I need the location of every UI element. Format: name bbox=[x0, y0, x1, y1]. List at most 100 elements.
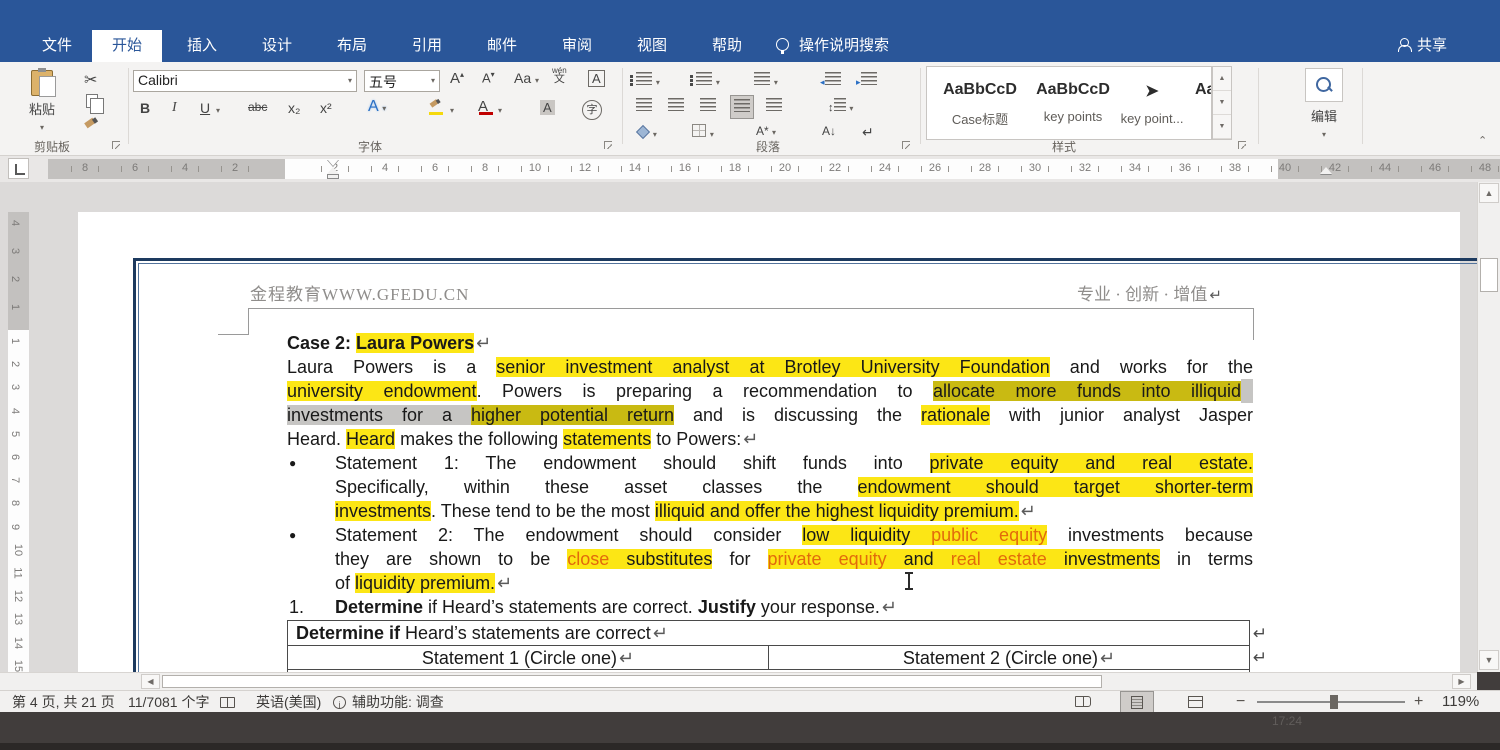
zoom-out-button[interactable]: − bbox=[1236, 691, 1245, 713]
tab-mailings[interactable]: 邮件 bbox=[467, 30, 537, 62]
underline-arrow[interactable]: ▾ bbox=[216, 106, 220, 115]
gallery-expand-arrow[interactable]: ▼ bbox=[1213, 115, 1231, 139]
paragraph-dialog-launcher[interactable] bbox=[902, 141, 910, 149]
editing-button[interactable]: 编辑▾ bbox=[1300, 68, 1348, 144]
italic-button[interactable]: I bbox=[172, 100, 177, 116]
table-row[interactable]: Determine if Heard’s statements are corr… bbox=[288, 621, 1249, 646]
web-layout-button[interactable] bbox=[1178, 691, 1212, 713]
bold-button[interactable]: B bbox=[140, 100, 150, 116]
format-painter-button[interactable] bbox=[84, 118, 98, 135]
page[interactable]: 金程教育WWW.GFEDU.CN 专业 · 创新 · 增值↵ Case 2: L… bbox=[78, 212, 1460, 672]
align-left-button[interactable] bbox=[636, 98, 652, 114]
word-count[interactable]: 11/7081 个字 bbox=[128, 691, 209, 713]
gallery-down-arrow[interactable]: ▼ bbox=[1213, 91, 1231, 115]
copy-button[interactable] bbox=[86, 94, 98, 111]
superscript-button[interactable]: x² bbox=[320, 100, 332, 116]
font-color-button[interactable]: A bbox=[478, 98, 494, 115]
table-cell-statement2[interactable]: Statement 2 (Circle one)↵ bbox=[769, 646, 1249, 669]
tab-file[interactable]: 文件 bbox=[22, 30, 92, 62]
scroll-down-arrow[interactable]: ▼ bbox=[1479, 650, 1499, 670]
tab-view[interactable]: 视图 bbox=[617, 30, 687, 62]
gallery-up-arrow[interactable]: ▲ bbox=[1213, 67, 1231, 91]
phonetic-guide-button[interactable]: wén文 bbox=[552, 66, 567, 84]
styles-gallery-scroll[interactable]: ▲ ▼ ▼ bbox=[1212, 66, 1232, 140]
horizontal-scrollbar[interactable]: ◀ ▶ bbox=[0, 672, 1477, 690]
style-case-title[interactable]: AaBbCcDCase标题 bbox=[927, 67, 1033, 139]
zoom-percentage[interactable]: 119% bbox=[1442, 691, 1479, 713]
enclose-characters-button[interactable]: 字 bbox=[582, 100, 602, 120]
underline-button[interactable]: U bbox=[200, 100, 210, 116]
asian-layout-button[interactable]: A* ▾ bbox=[756, 124, 776, 138]
right-indent-marker[interactable] bbox=[1320, 167, 1332, 174]
change-case-button[interactable]: Aa ▾ bbox=[514, 70, 539, 86]
styles-dialog-launcher[interactable] bbox=[1238, 141, 1246, 149]
character-shading-button[interactable]: A bbox=[540, 100, 555, 115]
multilevel-list-button[interactable]: ▾ bbox=[754, 72, 778, 88]
vertical-scrollbar[interactable]: ▲ ▼ bbox=[1477, 182, 1500, 672]
zoom-slider-thumb[interactable] bbox=[1330, 695, 1338, 709]
numbering-button[interactable]: ▾ bbox=[696, 72, 720, 88]
line-spacing-button[interactable]: ↕ ▾ bbox=[828, 98, 853, 114]
read-mode-button[interactable] bbox=[1066, 691, 1100, 713]
paste-button[interactable]: 粘贴▾ bbox=[16, 68, 68, 142]
style-key-points[interactable]: AaBbCcDkey points bbox=[1033, 67, 1113, 139]
justify-button[interactable] bbox=[730, 95, 754, 119]
clipboard-dialog-launcher[interactable] bbox=[112, 141, 120, 149]
align-right-button[interactable] bbox=[700, 98, 716, 114]
bullets-button[interactable]: ▾ bbox=[636, 72, 660, 88]
scroll-left-arrow[interactable]: ◀ bbox=[141, 674, 160, 689]
strikethrough-button[interactable]: abc bbox=[248, 100, 267, 114]
left-indent-marker[interactable] bbox=[327, 174, 339, 179]
scroll-up-arrow[interactable]: ▲ bbox=[1479, 183, 1499, 203]
character-border-button[interactable]: A bbox=[588, 70, 605, 87]
distribute-button[interactable] bbox=[766, 98, 782, 114]
zoom-in-button[interactable]: + bbox=[1414, 691, 1423, 713]
shading-button[interactable]: ▾ bbox=[636, 124, 657, 140]
decrease-indent-button[interactable]: ◂ bbox=[820, 72, 841, 88]
tab-selector[interactable] bbox=[8, 158, 29, 179]
borders-button[interactable]: ▾ bbox=[692, 124, 714, 140]
tab-help[interactable]: 帮助 bbox=[692, 30, 762, 62]
tell-me-search[interactable]: 操作说明搜索 bbox=[776, 30, 889, 62]
tab-layout[interactable]: 布局 bbox=[317, 30, 387, 62]
grow-font-button[interactable]: A▴ bbox=[450, 70, 464, 87]
accessibility-status[interactable]: 辅助功能: 调查 bbox=[352, 691, 444, 713]
align-center-button[interactable] bbox=[668, 98, 684, 114]
show-marks-button[interactable]: ↵ bbox=[862, 124, 874, 141]
tab-insert[interactable]: 插入 bbox=[167, 30, 237, 62]
font-family-combo[interactable]: Calibri▾ bbox=[133, 70, 357, 92]
horizontal-ruler[interactable]: 8642246810121416182022242628303234363840… bbox=[48, 159, 1500, 179]
share-button[interactable]: 共享 bbox=[1398, 30, 1447, 62]
print-layout-button[interactable] bbox=[1120, 691, 1154, 713]
shrink-font-button[interactable]: A▾ bbox=[482, 70, 495, 85]
tab-home[interactable]: 开始 bbox=[92, 30, 162, 62]
font-color-arrow[interactable]: ▾ bbox=[498, 106, 502, 115]
cut-button[interactable]: ✂ bbox=[84, 70, 97, 90]
hanging-indent-marker[interactable] bbox=[327, 167, 339, 174]
tab-review[interactable]: 审阅 bbox=[542, 30, 612, 62]
first-line-indent-marker[interactable] bbox=[327, 159, 339, 166]
page-indicator[interactable]: 第 4 页, 共 21 页 bbox=[12, 691, 115, 713]
subscript-button[interactable]: x₂ bbox=[288, 100, 300, 116]
font-size-combo[interactable]: 五号▾ bbox=[364, 70, 440, 92]
table-cell-statement1[interactable]: Statement 1 (Circle one)↵ bbox=[288, 646, 769, 669]
vertical-scroll-thumb[interactable] bbox=[1480, 258, 1498, 292]
increase-indent-button[interactable]: ▸ bbox=[856, 72, 877, 88]
table-row[interactable]: Statement 1 (Circle one)↵ Statement 2 (C… bbox=[288, 646, 1249, 670]
document-canvas[interactable]: 金程教育WWW.GFEDU.CN 专业 · 创新 · 增值↵ Case 2: L… bbox=[0, 182, 1477, 672]
text-effects-button[interactable]: A ▾ bbox=[368, 98, 386, 116]
language-indicator[interactable]: 英语(美国) bbox=[256, 691, 321, 713]
style-key-point-2[interactable]: ➤key point... bbox=[1113, 67, 1191, 139]
scroll-right-arrow[interactable]: ▶ bbox=[1452, 674, 1471, 689]
highlight-color-button[interactable] bbox=[428, 98, 446, 115]
sort-button[interactable]: A↓ bbox=[822, 124, 836, 138]
highlight-arrow[interactable]: ▾ bbox=[450, 106, 454, 115]
tab-references[interactable]: 引用 bbox=[392, 30, 462, 62]
collapse-ribbon-chevron[interactable]: ⌃ bbox=[1478, 134, 1487, 147]
proofing-icon[interactable] bbox=[220, 691, 235, 713]
vertical-ruler[interactable]: 4321123456789101112131415 bbox=[8, 212, 29, 672]
horizontal-scroll-thumb[interactable] bbox=[162, 675, 1102, 688]
tab-design[interactable]: 设计 bbox=[242, 30, 312, 62]
font-dialog-launcher[interactable] bbox=[604, 141, 612, 149]
style-next[interactable]: AaB bbox=[1191, 67, 1212, 139]
